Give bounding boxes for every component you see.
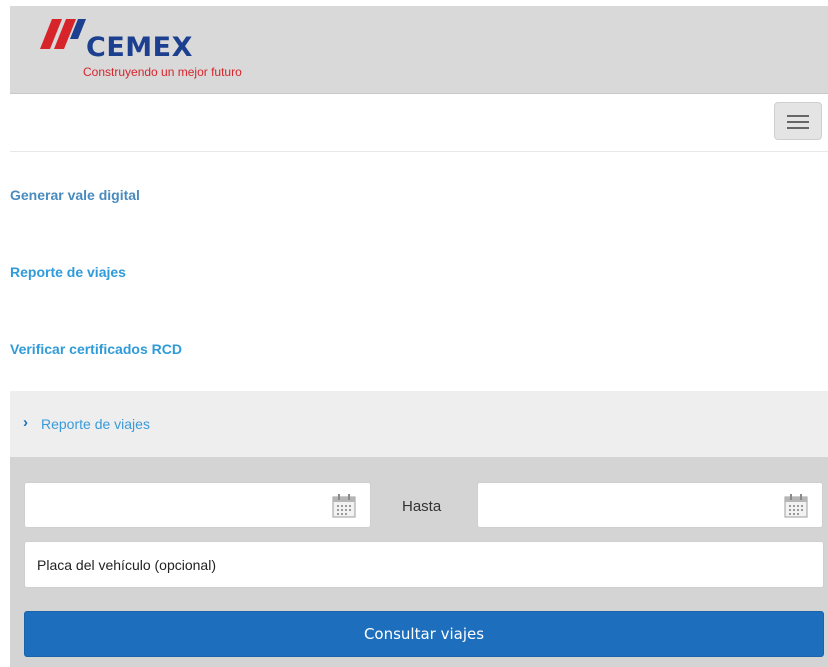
menu-toggle-button[interactable] xyxy=(774,102,822,140)
cemex-logo-icon xyxy=(40,19,86,49)
hamburger-menu-icon xyxy=(787,115,809,117)
hamburger-menu-icon xyxy=(787,127,809,129)
consultar-viajes-button[interactable]: Consultar viajes xyxy=(24,611,824,657)
logo-tagline: Construyendo un mejor futuro xyxy=(83,65,242,79)
cemex-logo[interactable]: CEMEX Construyendo un mejor futuro xyxy=(40,19,280,79)
hamburger-menu-icon xyxy=(787,121,809,123)
nav-link-reporte-viajes[interactable]: Reporte de viajes xyxy=(10,263,126,281)
date-from-input[interactable] xyxy=(24,482,371,528)
nav-toolbar xyxy=(10,94,828,152)
calendar-icon[interactable] xyxy=(331,493,357,519)
nav-link-verificar-certificados[interactable]: Verificar certificados RCD xyxy=(10,340,182,358)
vehicle-plate-input[interactable] xyxy=(24,541,824,588)
site-header: CEMEX Construyendo un mejor futuro xyxy=(10,6,828,94)
calendar-icon[interactable] xyxy=(783,493,809,519)
trip-report-form: Hasta Consultar viajes xyxy=(10,457,828,667)
breadcrumb: › Reporte de viajes xyxy=(10,391,828,457)
breadcrumb-current[interactable]: Reporte de viajes xyxy=(41,416,150,432)
logo-wordmark: CEMEX xyxy=(86,32,193,63)
date-to-input[interactable] xyxy=(477,482,823,528)
nav-link-generar-vale[interactable]: Generar vale digital xyxy=(10,186,140,204)
hasta-label: Hasta xyxy=(402,498,442,515)
chevron-right-icon: › xyxy=(23,414,28,431)
